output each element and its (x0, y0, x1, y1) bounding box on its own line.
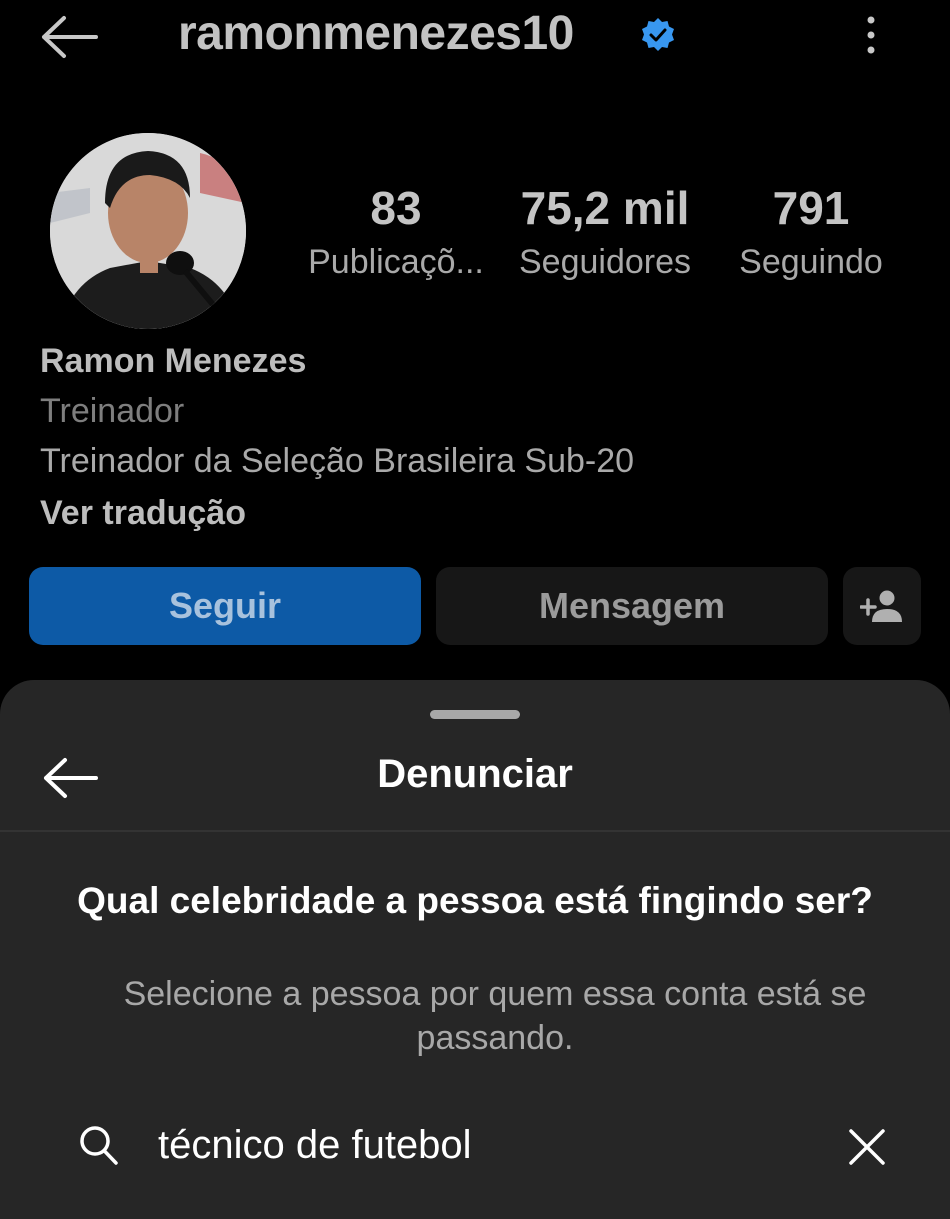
search-icon (80, 1126, 118, 1165)
stat-posts[interactable]: 83 Publicaçõ... (296, 180, 496, 284)
sheet-title: Denunciar (377, 752, 573, 796)
stat-following[interactable]: 791 Seguindo (716, 180, 906, 284)
avatar[interactable] (50, 133, 246, 329)
stat-following-label: Seguindo (739, 243, 883, 281)
suggested-people-button[interactable] (843, 567, 921, 645)
stat-followers-label: Seguidores (518, 243, 691, 281)
stat-posts-label: Publicaçõ... (308, 243, 484, 281)
profile-bio: Treinador da Seleção Brasileira Sub-20 (40, 442, 635, 480)
more-vertical-icon[interactable] (856, 10, 886, 60)
profile-photo (50, 133, 246, 329)
stat-following-value: 791 (772, 182, 850, 234)
report-subtitle: Selecione a pessoa por quem essa conta e… (123, 975, 867, 1057)
report-question: Qual celebridade a pessoa está fingindo … (77, 880, 873, 921)
profile-category: Treinador (40, 392, 185, 430)
search-input[interactable] (158, 1116, 798, 1174)
add-person-icon (860, 590, 902, 622)
arrow-left-icon[interactable] (38, 12, 100, 62)
stat-followers[interactable]: 75,2 mil Seguidores (500, 180, 710, 284)
stat-posts-value: 83 (370, 182, 422, 234)
see-translation-link[interactable]: Ver tradução (40, 494, 246, 533)
profile-username: ramonmenezes10 (178, 7, 574, 60)
follow-button[interactable]: Seguir (29, 567, 421, 645)
report-bottom-sheet: Denunciar Qual celebridade a pessoa está… (0, 680, 950, 1219)
divider (0, 830, 950, 832)
message-button[interactable]: Mensagem (436, 567, 828, 645)
stat-followers-value: 75,2 mil (520, 182, 690, 234)
profile-header: ramonmenezes10 (0, 0, 950, 70)
verified-badge-icon (642, 18, 674, 51)
profile-name: Ramon Menezes (40, 342, 307, 380)
close-icon[interactable] (846, 1126, 888, 1168)
drag-handle[interactable] (430, 710, 520, 719)
